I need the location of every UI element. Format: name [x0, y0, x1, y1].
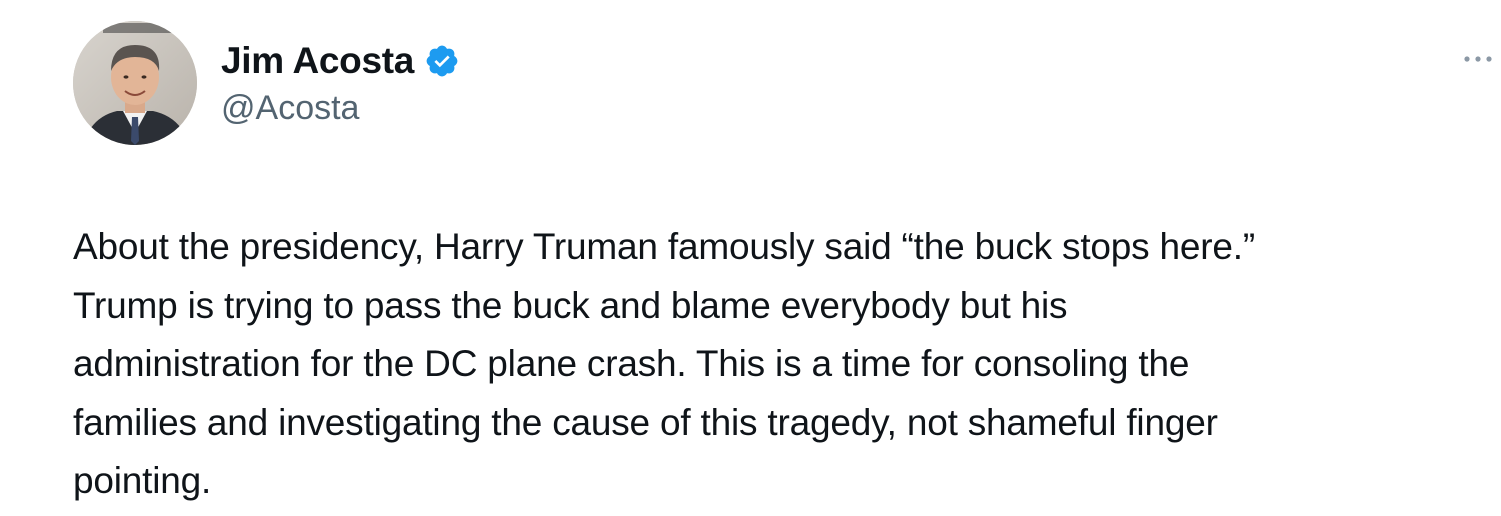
- more-horizontal-icon: [1464, 56, 1492, 62]
- tweet-card: Jim Acosta @Acosta About the presidency,…: [0, 0, 1501, 516]
- tweet-text: About the presidency, Harry Truman famou…: [73, 226, 1255, 501]
- more-options-button[interactable]: [1458, 44, 1498, 74]
- verified-badge-icon[interactable]: [424, 43, 460, 79]
- avatar-image: [73, 21, 197, 145]
- author-display-name[interactable]: Jim Acosta: [221, 38, 414, 84]
- avatar[interactable]: [73, 21, 197, 145]
- author-handle[interactable]: @Acosta: [221, 87, 359, 129]
- author-name-row: Jim Acosta: [221, 38, 460, 84]
